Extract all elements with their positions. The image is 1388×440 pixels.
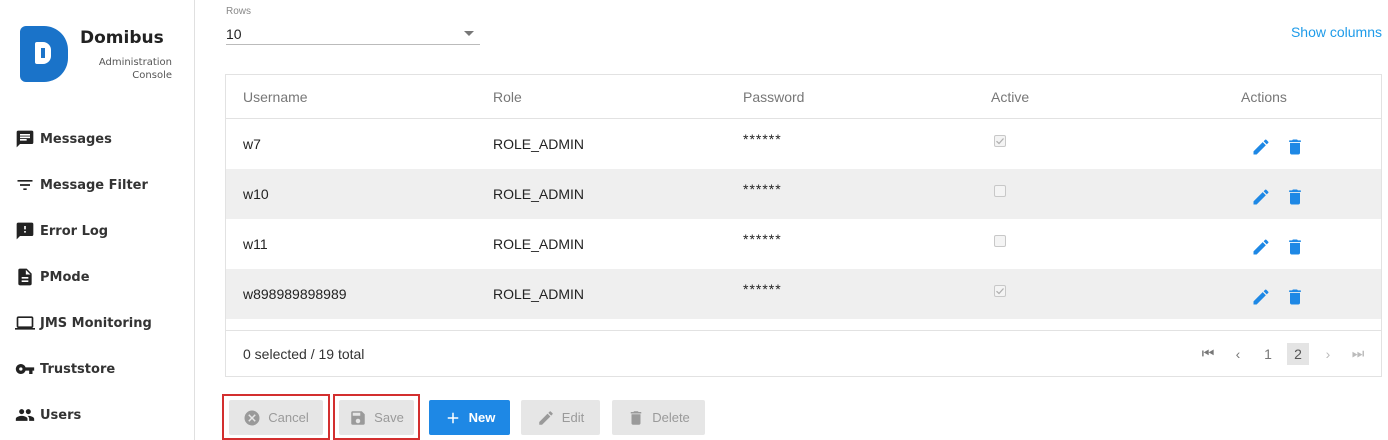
delete-icon[interactable] — [1285, 237, 1305, 257]
column-header-username[interactable]: Username — [243, 89, 308, 105]
cell-username: w10 — [243, 186, 269, 202]
users-table: Username Role Password Active Actions w7… — [225, 74, 1382, 377]
current-page[interactable]: 2 — [1287, 342, 1309, 365]
sidebar-item-label: Users — [40, 407, 82, 423]
check-icon — [996, 138, 1004, 145]
sidebar-item-truststore[interactable]: Truststore — [14, 346, 184, 392]
sidebar-item-label: Messages — [40, 131, 112, 147]
rows-value: 10 — [226, 25, 242, 42]
table-header: Username Role Password Active Actions — [226, 75, 1381, 119]
sidebar-nav: Messages Message Filter Error Log PMode … — [14, 116, 184, 438]
active-checkbox[interactable] — [994, 235, 1006, 247]
brand-title: Domibus — [80, 28, 164, 48]
active-checkbox[interactable] — [994, 285, 1006, 297]
plus-icon — [447, 412, 458, 423]
cell-password: ****** — [743, 181, 782, 197]
cell-role: ROLE_ADMIN — [493, 186, 585, 202]
pencil-icon — [539, 410, 553, 425]
sidebar-item-label: JMS Monitoring — [40, 315, 152, 331]
delete-label: Delete — [652, 410, 690, 425]
pagination: ⏮ ‹ 1 2 › ⏭ — [1189, 342, 1369, 365]
edit-icon[interactable] — [1251, 237, 1271, 257]
users-icon — [14, 405, 36, 425]
table-row[interactable]: w898989898989 ROLE_ADMIN ****** — [226, 269, 1381, 319]
column-header-actions: Actions — [1241, 88, 1287, 105]
cell-password: ****** — [743, 281, 782, 297]
row-actions — [1251, 187, 1305, 207]
table-row[interactable]: w10 ROLE_ADMIN ****** — [226, 169, 1381, 219]
sidebar-item-message-filter[interactable]: Message Filter — [14, 162, 184, 208]
cell-username: w898989898989 — [243, 286, 347, 302]
cancel-label: Cancel — [268, 410, 309, 425]
delete-icon[interactable] — [1285, 287, 1305, 307]
message-icon — [14, 129, 36, 149]
check-icon — [996, 288, 1004, 295]
edit-icon[interactable] — [1251, 287, 1271, 307]
column-header-role[interactable]: Role — [493, 89, 522, 105]
cell-username: w11 — [243, 236, 268, 252]
next-page-icon[interactable]: › — [1317, 343, 1339, 365]
save-icon — [351, 410, 365, 425]
cell-role: ROLE_ADMIN — [493, 236, 585, 252]
trash-icon — [630, 410, 642, 425]
rows-select[interactable]: 10 — [226, 23, 480, 45]
delete-icon[interactable] — [1285, 187, 1305, 207]
cell-username: w7 — [243, 136, 261, 152]
error-log-icon — [14, 221, 36, 241]
sidebar-item-label: Message Filter — [40, 177, 148, 193]
domibus-logo-icon — [20, 26, 68, 82]
laptop-icon — [14, 313, 36, 333]
cancel-button[interactable]: Cancel — [229, 400, 323, 435]
table-row[interactable]: w11 ROLE_ADMIN ****** — [226, 219, 1381, 269]
cancel-circle-icon — [244, 410, 260, 425]
cell-password: ****** — [743, 231, 782, 247]
column-header-password[interactable]: Password — [743, 89, 804, 105]
save-label: Save — [374, 410, 404, 425]
sidebar-item-messages[interactable]: Messages — [14, 116, 184, 162]
sidebar-item-label: Truststore — [40, 361, 116, 377]
page-link[interactable]: 1 — [1257, 343, 1279, 365]
active-checkbox[interactable] — [994, 185, 1006, 197]
sidebar-item-users[interactable]: Users — [14, 392, 184, 438]
row-actions — [1251, 137, 1305, 157]
row-actions — [1251, 287, 1305, 307]
cell-role: ROLE_ADMIN — [493, 286, 585, 302]
rows-selector: Rows 10 — [226, 6, 480, 45]
filter-icon — [14, 175, 36, 195]
key-icon — [14, 359, 36, 379]
cell-role: ROLE_ADMIN — [493, 136, 585, 152]
sidebar-item-error-log[interactable]: Error Log — [14, 208, 184, 254]
edit-button[interactable]: Edit — [521, 400, 600, 435]
brand-subtitle: Administration Console — [98, 57, 172, 81]
sidebar-item-label: Error Log — [40, 223, 109, 239]
sidebar-item-pmode[interactable]: PMode — [14, 254, 184, 300]
previous-page-icon[interactable]: ‹ — [1227, 343, 1249, 365]
save-button[interactable]: Save — [339, 400, 414, 435]
sidebar-item-label: PMode — [40, 269, 90, 285]
last-page-icon[interactable]: ⏭ — [1347, 343, 1369, 365]
edit-icon[interactable] — [1251, 137, 1271, 157]
sidebar: Domibus Administration Console Messages … — [0, 0, 195, 440]
active-checkbox[interactable] — [994, 135, 1006, 147]
selection-count: 0 selected / 19 total — [243, 345, 365, 362]
show-columns-link[interactable]: Show columns — [1291, 24, 1382, 40]
cell-password: ****** — [743, 131, 782, 147]
sidebar-item-jms-monitoring[interactable]: JMS Monitoring — [14, 300, 184, 346]
edit-label: Edit — [561, 410, 585, 425]
document-icon — [14, 267, 36, 287]
brand: Domibus Administration Console — [18, 20, 183, 92]
chevron-down-icon — [464, 31, 474, 36]
delete-icon[interactable] — [1285, 137, 1305, 157]
delete-button[interactable]: Delete — [612, 400, 705, 435]
table-footer: 0 selected / 19 total ⏮ ‹ 1 2 › ⏭ — [226, 330, 1381, 376]
column-header-active[interactable]: Active — [991, 89, 1029, 105]
row-actions — [1251, 237, 1305, 257]
new-button[interactable]: New — [429, 400, 510, 435]
table-row[interactable]: w7 ROLE_ADMIN ****** — [226, 119, 1381, 169]
rows-label: Rows — [226, 6, 252, 17]
first-page-icon[interactable]: ⏮ — [1197, 343, 1219, 365]
new-label: New — [468, 410, 496, 425]
edit-icon[interactable] — [1251, 187, 1271, 207]
